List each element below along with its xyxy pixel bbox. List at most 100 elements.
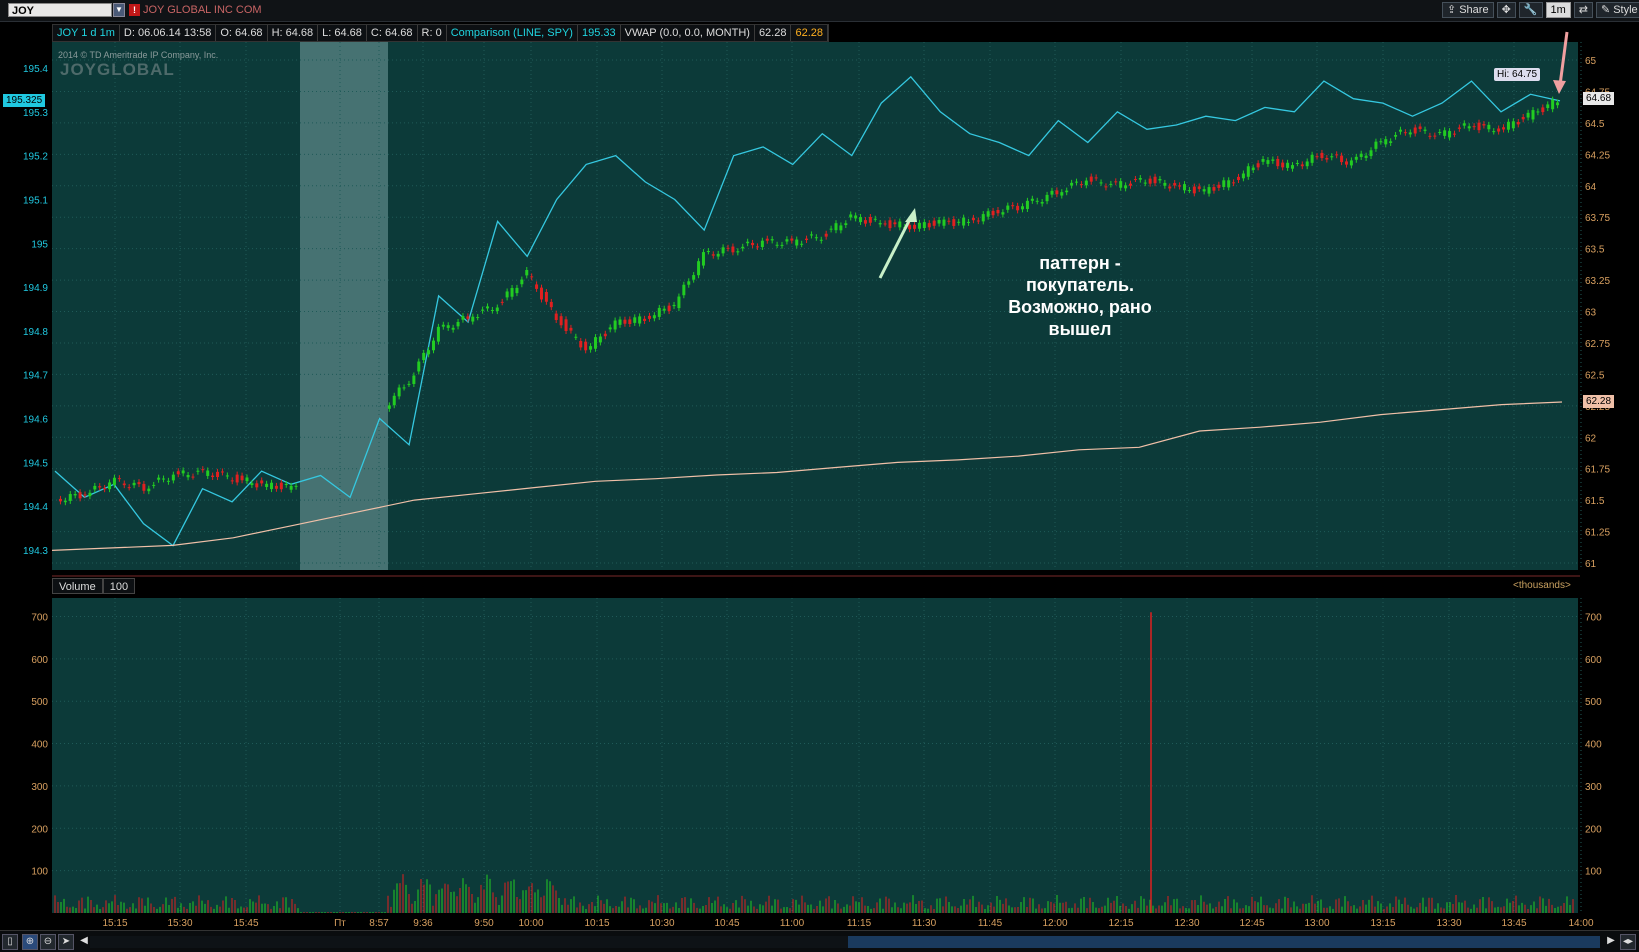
candle-body [908,224,912,230]
comparison-label[interactable]: Comparison (LINE, SPY) [447,25,578,41]
candle-body [407,383,411,385]
zoom-out-icon[interactable]: ⊖ [40,934,56,950]
candle-body [1394,134,1398,137]
candle-body [220,471,224,473]
time-axis-tick: 8:57 [369,918,389,929]
candle-body [564,319,568,331]
right-axis-tick: 62.5 [1585,370,1605,381]
candle-body [88,492,92,497]
volume-axis-tick-right: 500 [1585,697,1602,708]
candle-body [142,483,146,491]
candle-body [1246,166,1250,177]
right-axis-tick: 61.75 [1585,465,1610,476]
candle-body [191,476,195,478]
candle-body [1256,163,1260,168]
candle-body [186,475,190,478]
volume-axis-tick-left: 600 [31,655,48,666]
candle-body [1413,127,1417,134]
candle-body [255,483,259,488]
chart-canvas[interactable]: 6564.7564.564.256463.7563.563.256362.756… [0,0,1639,951]
candle-body [1084,180,1088,186]
candle-body [117,478,121,480]
candle-body [1035,200,1039,202]
candle-body [1050,190,1054,195]
candle-body [127,487,131,489]
right-axis-tick: 64 [1585,182,1597,193]
candle-body [1207,187,1211,194]
candle-body [554,313,558,321]
candle-body [1320,152,1324,159]
candle-body [1241,173,1245,179]
candle-body [137,482,141,485]
candle-body [103,487,107,490]
copyright-watermark: 2014 © TD Ameritrade IP Company, Inc. [58,50,219,60]
candle-body [98,486,102,488]
volume-label[interactable]: Volume [52,578,103,594]
candle-body [687,281,691,285]
candle-body [1104,186,1108,188]
candle-body [451,327,455,330]
time-axis-tick: 12:30 [1174,918,1199,929]
candle-body [422,352,426,361]
vwap-label[interactable]: VWAP (0.0, 0.0, MONTH) [621,25,755,41]
time-axis-tick: 12:15 [1108,918,1133,929]
candle-body [1197,186,1201,189]
candle-body [162,478,166,480]
candle-body [785,239,789,242]
candle-body [1251,167,1255,170]
time-axis-tick: 11:45 [978,918,1003,929]
candle-body [68,494,72,501]
candle-body [1178,185,1182,187]
scroll-right-icon[interactable]: ▶ [1603,934,1619,950]
candle-body [1276,158,1280,167]
candle-body [1212,187,1216,191]
candle-body [667,305,671,312]
candle-body [230,480,234,482]
panel-toggle-icon[interactable]: ▯ [2,934,18,950]
candle-body [932,220,936,226]
right-axis-tick: 61.5 [1585,496,1605,507]
candle-body [1271,159,1275,161]
high-tag: Hi: 64.75 [1494,68,1541,81]
candle-body [58,498,62,502]
candle-body [1428,135,1432,137]
time-axis-tick: 12:00 [1042,918,1067,929]
candle-body [1335,154,1339,156]
info-close: C: 64.68 [367,25,418,41]
chart-title: JOY 1 d 1m [53,25,120,41]
candle-body [284,484,288,486]
candle-body [1487,124,1491,130]
candle-body [181,470,185,474]
candle-body [490,309,494,311]
zoom-in-icon[interactable]: ⊕ [22,934,38,950]
pointer-icon[interactable]: ➤ [58,934,74,950]
scrollbar-thumb[interactable] [848,936,1600,948]
candle-body [657,307,661,317]
expand-icon[interactable]: ◂▸ [1620,934,1636,950]
candle-body [289,485,293,490]
candle-body [755,246,759,248]
candle-body [834,223,838,231]
candle-body [1236,176,1240,181]
candle-body [952,219,956,226]
candle-body [206,470,210,476]
volume-value: 100 [102,578,136,594]
candle-body [245,477,249,482]
candle-body [692,275,696,280]
candle-body [579,341,583,348]
candle-body [515,287,519,294]
candle-body [1119,181,1123,188]
volume-axis-tick-right: 700 [1585,612,1602,623]
candle-body [1222,180,1226,187]
candle-body [1187,190,1191,192]
candle-body [485,306,489,309]
candle-body [1369,150,1373,157]
volume-axis-tick-right: 200 [1585,824,1602,835]
candle-body [1536,111,1540,113]
candle-body [1016,205,1020,211]
candle-body [790,238,794,241]
candle-body [1163,182,1167,186]
candle-body [1403,132,1407,134]
candle-body [397,387,401,397]
left-axis-tick: 194.8 [23,327,48,338]
